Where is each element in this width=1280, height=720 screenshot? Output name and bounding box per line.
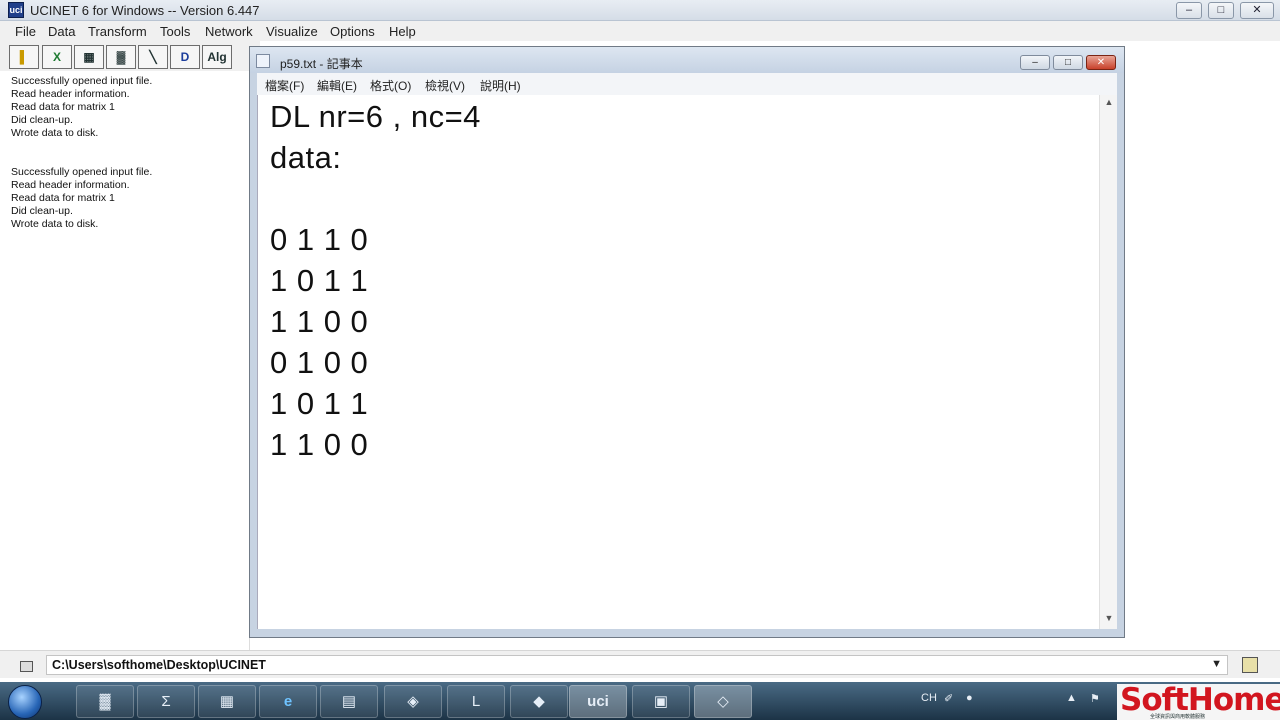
taskbar-app-capture[interactable]: ▣ <box>632 685 690 718</box>
log-line: Read header information. <box>11 88 130 100</box>
text-line: 0 1 0 0 <box>270 345 369 380</box>
start-button[interactable] <box>8 685 42 719</box>
app-menubar: File Data Transform Tools Network Visual… <box>0 21 1280 41</box>
menu-network[interactable]: Network <box>205 24 253 39</box>
draw-icon[interactable]: ╲ <box>138 45 168 69</box>
close-button[interactable]: ✕ <box>1240 2 1274 19</box>
data-display-icon[interactable]: ▓ <box>106 45 136 69</box>
log-line: Read header information. <box>11 179 130 191</box>
log-line: Wrote data to disk. <box>11 127 99 139</box>
text-line: DL nr=6 , nc=4 <box>270 99 481 134</box>
notepad-titlebar[interactable]: p59.txt - 記事本 – □ ✕ <box>250 47 1124 73</box>
path-dropdown[interactable]: C:\Users\softhome\Desktop\UCINET ▼ <box>46 655 1228 675</box>
app-toolbar: ▌ X ▦ ▓ ╲ D Alg <box>0 41 260 71</box>
notepad-title: p59.txt - 記事本 <box>280 57 363 71</box>
menu-visualize[interactable]: Visualize <box>266 24 318 39</box>
taskbar-app-ie[interactable]: e <box>259 685 317 718</box>
language-indicator[interactable]: CH <box>921 692 937 704</box>
notepad-close-button[interactable]: ✕ <box>1086 55 1116 70</box>
matrix-editor-icon[interactable]: ▦ <box>74 45 104 69</box>
taskbar-app-netdraw[interactable]: ◈ <box>384 685 442 718</box>
app-titlebar: uci UCINET 6 for Windows -- Version 6.44… <box>0 0 1280 21</box>
scroll-up-icon[interactable]: ▲ <box>1100 97 1118 111</box>
notepad-vertical-scrollbar[interactable]: ▲ ▼ <box>1099 95 1117 629</box>
notepad-menu-format[interactable]: 格式(O) <box>370 77 411 94</box>
show-hidden-icons-icon[interactable]: ▲ <box>1066 692 1078 706</box>
log-line: Read data for matrix 1 <box>11 101 115 113</box>
notepad-minimize-button[interactable]: – <box>1020 55 1050 70</box>
scroll-down-icon[interactable]: ▼ <box>1100 613 1118 627</box>
text-line: 1 1 0 0 <box>270 304 369 339</box>
log-line: Wrote data to disk. <box>11 218 99 230</box>
text-line: 1 0 1 1 <box>270 263 369 298</box>
ucinet-app-icon: uci <box>8 2 24 18</box>
pen-tray-icon[interactable]: ✐ <box>944 692 956 706</box>
notepad-text-area[interactable]: DL nr=6 , nc=4 data: 0 1 1 0 1 0 1 1 1 1… <box>257 95 1099 629</box>
input-tray-icon[interactable]: ● <box>966 692 978 706</box>
menu-tools[interactable]: Tools <box>160 24 190 39</box>
taskbar-app-l[interactable]: L <box>447 685 505 718</box>
path-bar: C:\Users\softhome\Desktop\UCINET ▼ <box>0 650 1280 678</box>
current-folder-path: C:\Users\softhome\Desktop\UCINET <box>52 658 266 672</box>
softhome-watermark-subtitle: 全球資訊與商用軟體服務 <box>1150 714 1206 720</box>
notepad-menu-view[interactable]: 檢視(V) <box>425 77 465 94</box>
menu-file[interactable]: File <box>15 24 36 39</box>
taskbar-app-matrix[interactable]: ▓ <box>76 685 134 718</box>
taskbar-app-notepad[interactable]: ◇ <box>694 685 752 718</box>
windows-taskbar: ▓ Σ ▦ e ▤ ◈ L ◆ uci ▣ ◇ CH ✐ ● ▲ ⚑ <box>0 682 1280 720</box>
taskbar-app-sigma[interactable]: Σ <box>137 685 195 718</box>
log-line: Did clean-up. <box>11 205 73 217</box>
notepad-maximize-button[interactable]: □ <box>1053 55 1083 70</box>
log-line: Read data for matrix 1 <box>11 192 115 204</box>
log-line: Did clean-up. <box>11 114 73 126</box>
algebra-icon[interactable]: Alg <box>202 45 232 69</box>
app-title: UCINET 6 for Windows -- Version 6.447 <box>30 3 260 18</box>
folder-browse-icon[interactable] <box>1242 657 1258 673</box>
notepad-icon <box>256 54 270 68</box>
taskbar-app-calculator[interactable]: ▦ <box>198 685 256 718</box>
dl-editor-icon[interactable]: D <box>170 45 200 69</box>
log-line: Successfully opened input file. <box>11 75 153 87</box>
notepad-menubar: 檔案(F) 編輯(E) 格式(O) 檢視(V) 說明(H) <box>257 73 1117 95</box>
chevron-down-icon[interactable]: ▼ <box>1211 658 1222 670</box>
action-center-flag-icon[interactable]: ⚑ <box>1090 692 1102 706</box>
taskbar-app-graph[interactable]: ◆ <box>510 685 568 718</box>
menu-transform[interactable]: Transform <box>88 24 147 39</box>
taskbar-app-explorer[interactable]: ▤ <box>320 685 378 718</box>
text-line: data: <box>270 140 342 175</box>
output-log-pane: Successfully opened input file. Read hea… <box>0 72 250 650</box>
minimize-button[interactable]: – <box>1176 2 1202 19</box>
notepad-menu-file[interactable]: 檔案(F) <box>265 77 304 94</box>
text-line: 0 1 1 0 <box>270 222 369 257</box>
notepad-menu-edit[interactable]: 編輯(E) <box>317 77 357 94</box>
menu-data[interactable]: Data <box>48 24 75 39</box>
spreadsheet-editor-icon[interactable]: ▌ <box>9 45 39 69</box>
menu-options[interactable]: Options <box>330 24 375 39</box>
text-line: 1 0 1 1 <box>270 386 369 421</box>
text-line: 1 1 0 0 <box>270 427 369 462</box>
notepad-menu-help[interactable]: 說明(H) <box>480 77 521 94</box>
window-icon[interactable] <box>20 661 33 672</box>
taskbar-app-ucinet[interactable]: uci <box>569 685 627 718</box>
maximize-button[interactable]: □ <box>1208 2 1234 19</box>
log-line: Successfully opened input file. <box>11 166 153 178</box>
menu-help[interactable]: Help <box>389 24 416 39</box>
notepad-window: p59.txt - 記事本 – □ ✕ 檔案(F) 編輯(E) 格式(O) 檢視… <box>249 46 1125 638</box>
excel-import-icon[interactable]: X <box>42 45 72 69</box>
